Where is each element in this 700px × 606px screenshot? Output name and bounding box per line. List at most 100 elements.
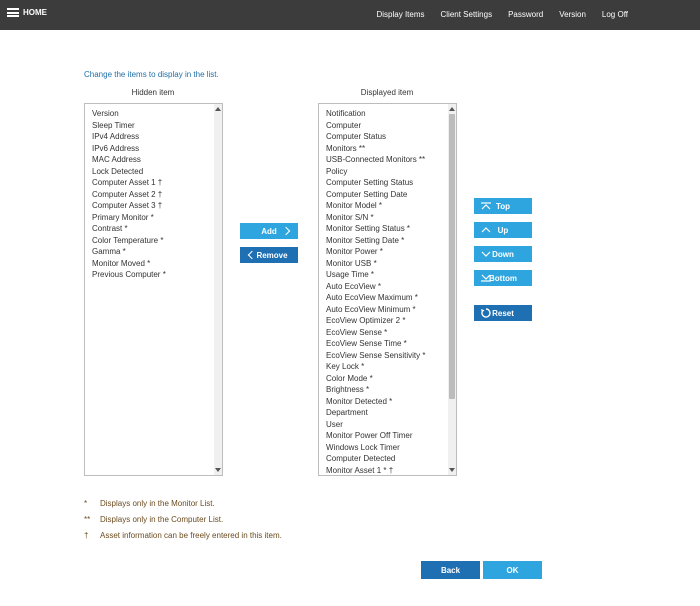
- reset-button-label: Reset: [492, 308, 514, 318]
- list-item[interactable]: Usage Time *: [326, 269, 456, 281]
- chevron-left-icon: [247, 250, 257, 260]
- list-item[interactable]: EcoView Sense Time *: [326, 338, 456, 350]
- scroll-up-arrow-icon[interactable]: [215, 107, 221, 111]
- list-item[interactable]: Computer Detected: [326, 453, 456, 465]
- hidden-item-heading: Hidden item: [131, 88, 175, 97]
- list-item[interactable]: Monitor Power *: [326, 246, 456, 258]
- list-item[interactable]: Windows Lock Timer: [326, 442, 456, 454]
- list-item[interactable]: User: [326, 419, 456, 431]
- reset-button[interactable]: Reset: [474, 305, 532, 321]
- list-item[interactable]: Monitor Moved *: [92, 258, 222, 270]
- list-item[interactable]: EcoView Optimizer 2 *: [326, 315, 456, 327]
- scroll-down-arrow-icon[interactable]: [215, 468, 221, 472]
- move-up-label: Up: [497, 225, 509, 235]
- home-button[interactable]: HOME: [7, 8, 47, 17]
- main-nav: Display Items Client Settings Password V…: [376, 10, 628, 19]
- list-item[interactable]: EcoView Sense Sensitivity *: [326, 350, 456, 362]
- hidden-list-scrollbar[interactable]: [214, 104, 222, 475]
- list-item[interactable]: MAC Address: [92, 154, 222, 166]
- list-item[interactable]: Auto EcoView Maximum *: [326, 292, 456, 304]
- move-up-icon: [481, 227, 491, 233]
- list-item[interactable]: IPv6 Address: [92, 143, 222, 155]
- list-item[interactable]: Monitor Setting Date *: [326, 235, 456, 247]
- scrollbar-thumb[interactable]: [449, 114, 455, 399]
- list-item[interactable]: Notification: [326, 108, 456, 120]
- list-item[interactable]: Computer Setting Status: [326, 177, 456, 189]
- top-navigation-bar: HOME Display Items Client Settings Passw…: [0, 0, 700, 30]
- footnote-computer-only: ** Displays only in the Computer List.: [84, 515, 223, 524]
- list-item[interactable]: Computer Status: [326, 131, 456, 143]
- list-item[interactable]: Auto EcoView *: [326, 281, 456, 293]
- chevron-right-icon: [281, 226, 291, 236]
- list-item[interactable]: Monitor USB *: [326, 258, 456, 270]
- ok-button[interactable]: OK: [483, 561, 542, 579]
- ok-button-label: OK: [506, 565, 519, 575]
- move-bottom-button[interactable]: Bottom: [474, 270, 532, 286]
- add-button[interactable]: Add: [240, 223, 298, 239]
- list-item[interactable]: Version: [92, 108, 222, 120]
- remove-button-label: Remove: [256, 250, 288, 260]
- list-item[interactable]: Computer Asset 3 †: [92, 200, 222, 212]
- list-item[interactable]: Lock Detected: [92, 166, 222, 178]
- move-up-button[interactable]: Up: [474, 222, 532, 238]
- list-item[interactable]: Computer Asset 2 †: [92, 189, 222, 201]
- list-item[interactable]: Color Mode *: [326, 373, 456, 385]
- nav-log-off[interactable]: Log Off: [602, 10, 628, 19]
- list-item[interactable]: Contrast *: [92, 223, 222, 235]
- move-top-label: Top: [495, 201, 511, 211]
- move-down-button[interactable]: Down: [474, 246, 532, 262]
- footnote-asset-info: † Asset information can be freely entere…: [84, 531, 282, 540]
- scroll-up-arrow-icon[interactable]: [449, 107, 455, 111]
- menu-icon[interactable]: [7, 8, 19, 17]
- add-button-label: Add: [261, 226, 277, 236]
- footnote-text: Displays only in the Computer List.: [100, 515, 224, 524]
- remove-button[interactable]: Remove: [240, 247, 298, 263]
- list-item[interactable]: Previous Computer *: [92, 269, 222, 281]
- footnote-mark: **: [84, 515, 91, 524]
- list-item[interactable]: Key Lock *: [326, 361, 456, 373]
- list-item[interactable]: Monitor Model *: [326, 200, 456, 212]
- nav-version[interactable]: Version: [559, 10, 586, 19]
- list-item[interactable]: Computer Setting Date: [326, 189, 456, 201]
- back-button-label: Back: [440, 565, 461, 575]
- hidden-item-list[interactable]: Version Sleep Timer IPv4 Address IPv6 Addre…: [84, 103, 223, 476]
- nav-display-items[interactable]: Display Items: [376, 10, 424, 19]
- list-item[interactable]: Primary Monitor *: [92, 212, 222, 224]
- home-label: HOME: [23, 8, 47, 17]
- list-item[interactable]: Monitor Power Off Timer: [326, 430, 456, 442]
- reset-icon: [481, 308, 491, 318]
- list-item[interactable]: Color Temperature *: [92, 235, 222, 247]
- list-item[interactable]: USB-Connected Monitors **: [326, 154, 456, 166]
- footnote-text: Displays only in the Monitor List.: [100, 499, 215, 508]
- footnote-mark: *: [84, 499, 88, 508]
- list-item[interactable]: Department: [326, 407, 456, 419]
- list-item[interactable]: IPv4 Address: [92, 131, 222, 143]
- list-item[interactable]: Gamma *: [92, 246, 222, 258]
- move-top-icon: [481, 202, 491, 210]
- list-item[interactable]: Monitors **: [326, 143, 456, 155]
- list-item[interactable]: EcoView Sense *: [326, 327, 456, 339]
- nav-password[interactable]: Password: [508, 10, 543, 19]
- list-item[interactable]: Monitor Asset 1 * †: [326, 465, 456, 476]
- list-item[interactable]: Auto EcoView Minimum *: [326, 304, 456, 316]
- footnote-mark: †: [84, 531, 89, 540]
- move-bottom-icon: [481, 274, 491, 282]
- nav-client-settings[interactable]: Client Settings: [441, 10, 493, 19]
- list-item[interactable]: Computer Asset 1 †: [92, 177, 222, 189]
- list-item[interactable]: Brightness *: [326, 384, 456, 396]
- scroll-down-arrow-icon[interactable]: [449, 468, 455, 472]
- displayed-list-scrollbar[interactable]: [448, 104, 456, 475]
- move-down-icon: [481, 251, 491, 257]
- list-item[interactable]: Computer: [326, 120, 456, 132]
- list-item[interactable]: Monitor Detected *: [326, 396, 456, 408]
- move-top-button[interactable]: Top: [474, 198, 532, 214]
- list-item[interactable]: Sleep Timer: [92, 120, 222, 132]
- back-button[interactable]: Back: [421, 561, 480, 579]
- list-item[interactable]: Monitor Setting Status *: [326, 223, 456, 235]
- instruction-text: Change the items to display in the list.: [84, 70, 219, 79]
- list-item[interactable]: Monitor S/N *: [326, 212, 456, 224]
- list-item[interactable]: Policy: [326, 166, 456, 178]
- move-bottom-label: Bottom: [489, 273, 517, 283]
- displayed-item-list[interactable]: Notification Computer Computer Status Monit…: [318, 103, 457, 476]
- displayed-item-heading: Displayed item: [360, 88, 414, 97]
